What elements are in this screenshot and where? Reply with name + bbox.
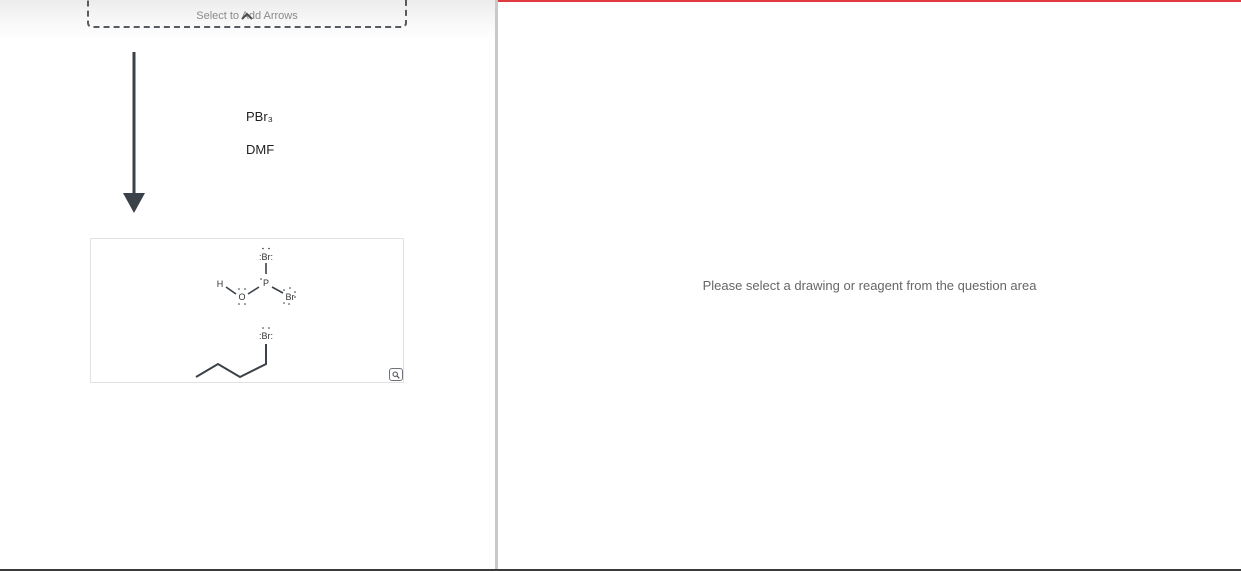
atom-h: H	[217, 279, 224, 289]
bond-h-o	[225, 286, 237, 295]
answer-panel: Please select a drawing or reagent from …	[498, 0, 1241, 569]
add-arrows-button[interactable]: Select to Add Arrows	[87, 0, 407, 28]
alkyl-chain-bonds	[195, 344, 267, 379]
reagent-pbr3[interactable]: PBr₃	[246, 109, 273, 124]
bond-p-br-right	[271, 286, 284, 294]
atom-o: O	[238, 292, 245, 302]
bond-o-p	[247, 286, 260, 295]
empty-state-message: Please select a drawing or reagent from …	[702, 278, 1037, 293]
atom-p: P	[263, 278, 269, 288]
question-panel: Select to Add Arrows PBr₃ DMF :Br: H O P…	[0, 0, 495, 569]
atom-br-top: :Br:	[259, 252, 273, 262]
reagent-dmf[interactable]: DMF	[246, 142, 274, 157]
arrow-down-icon	[123, 52, 145, 213]
molecule-structure: :Br: H O P Br :Br:	[195, 247, 296, 379]
caret-up-icon	[241, 12, 253, 20]
product-drawing-box[interactable]: :Br: H O P Br :Br:	[90, 238, 404, 383]
accent-top-line	[498, 0, 1241, 2]
magnifier-icon	[392, 371, 400, 379]
atom-br-right: Br	[286, 292, 295, 302]
app-window: Select to Add Arrows PBr₃ DMF :Br: H O P…	[0, 0, 1241, 571]
atom-br-chain: :Br:	[259, 331, 273, 341]
zoom-button[interactable]	[389, 368, 403, 381]
